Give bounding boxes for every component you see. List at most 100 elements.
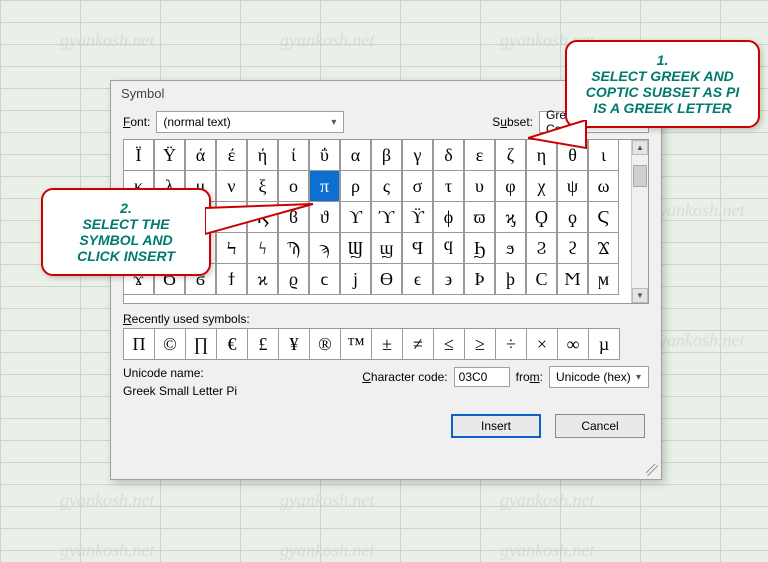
- font-label: Font:: [123, 115, 150, 129]
- unicode-name-label: Unicode name:: [123, 366, 323, 380]
- symbol-cell[interactable]: ζ: [495, 139, 526, 171]
- symbol-cell[interactable]: ϵ: [402, 263, 433, 295]
- symbol-cell[interactable]: ΰ: [309, 139, 340, 171]
- symbol-cell[interactable]: ϴ: [371, 263, 402, 295]
- symbol-cell[interactable]: δ: [433, 139, 464, 171]
- symbol-cell[interactable]: ί: [278, 139, 309, 171]
- symbol-cell[interactable]: ϲ: [309, 263, 340, 295]
- symbol-cell[interactable]: ή: [247, 139, 278, 171]
- symbol-cell[interactable]: Ϋ: [154, 139, 185, 171]
- symbol-cell[interactable]: Ϸ: [464, 263, 495, 295]
- symbol-cell[interactable]: ο: [278, 170, 309, 202]
- annotation-callout-1: 1. SELECT GREEK AND COPTIC SUBSET AS PI …: [565, 40, 760, 128]
- recent-symbol-cell[interactable]: ¥: [278, 328, 310, 360]
- recent-symbol-cell[interactable]: ≤: [433, 328, 465, 360]
- symbol-cell[interactable]: ϣ: [371, 232, 402, 264]
- symbol-cell[interactable]: ϙ: [557, 201, 588, 233]
- recent-symbol-cell[interactable]: ÷: [495, 328, 527, 360]
- symbol-cell[interactable]: Ϻ: [557, 263, 588, 295]
- from-value: Unicode (hex): [556, 370, 631, 384]
- symbol-cell[interactable]: ϔ: [402, 201, 433, 233]
- symbol-cell[interactable]: ϧ: [495, 232, 526, 264]
- symbol-cell[interactable]: ά: [185, 139, 216, 171]
- symbol-cell[interactable]: ϶: [433, 263, 464, 295]
- char-code-input[interactable]: [454, 367, 510, 387]
- callout-1-tail: [528, 120, 588, 160]
- symbol-cell[interactable]: ϗ: [495, 201, 526, 233]
- recent-symbol-cell[interactable]: €: [216, 328, 248, 360]
- chevron-down-icon: ▾: [633, 372, 644, 383]
- symbol-cell[interactable]: γ: [402, 139, 433, 171]
- subset-label: Subset:: [492, 115, 533, 129]
- symbol-cell[interactable]: β: [371, 139, 402, 171]
- from-label: from:: [516, 370, 543, 384]
- symbol-cell[interactable]: ϯ: [216, 263, 247, 295]
- symbol-cell[interactable]: ϱ: [278, 263, 309, 295]
- symbol-cell[interactable]: Ϛ: [588, 201, 619, 233]
- symbol-cell[interactable]: Ϊ: [123, 139, 154, 171]
- symbol-cell[interactable]: ϓ: [371, 201, 402, 233]
- recent-symbol-cell[interactable]: Π: [123, 328, 155, 360]
- grid-scrollbar[interactable]: ▲ ▼: [631, 140, 648, 303]
- symbol-cell[interactable]: τ: [433, 170, 464, 202]
- from-dropdown[interactable]: Unicode (hex) ▾: [549, 366, 649, 388]
- symbol-cell[interactable]: Ϧ: [464, 232, 495, 264]
- symbol-cell[interactable]: ϳ: [340, 263, 371, 295]
- font-value: (normal text): [163, 115, 230, 129]
- symbol-cell[interactable]: α: [340, 139, 371, 171]
- symbol-cell[interactable]: ι: [588, 139, 619, 171]
- cancel-button[interactable]: Cancel: [555, 414, 645, 438]
- symbol-cell[interactable]: ϩ: [557, 232, 588, 264]
- symbol-cell[interactable]: Ϩ: [526, 232, 557, 264]
- symbol-cell[interactable]: Ϙ: [526, 201, 557, 233]
- callout-2-tail: [205, 200, 315, 240]
- recent-symbol-cell[interactable]: ×: [526, 328, 558, 360]
- unicode-name-value: Greek Small Letter Pi: [123, 384, 323, 398]
- symbol-cell[interactable]: ϒ: [340, 201, 371, 233]
- symbol-cell[interactable]: ϖ: [464, 201, 495, 233]
- symbol-cell[interactable]: Ϣ: [340, 232, 371, 264]
- recent-symbol-cell[interactable]: ©: [154, 328, 186, 360]
- insert-button[interactable]: Insert: [451, 414, 541, 438]
- symbol-cell[interactable]: ϕ: [433, 201, 464, 233]
- font-dropdown[interactable]: (normal text) ▾: [156, 111, 344, 133]
- symbol-cell[interactable]: ϸ: [495, 263, 526, 295]
- symbol-cell[interactable]: χ: [526, 170, 557, 202]
- symbol-cell[interactable]: Ϲ: [526, 263, 557, 295]
- symbol-cell[interactable]: ψ: [557, 170, 588, 202]
- recent-symbol-cell[interactable]: ™: [340, 328, 372, 360]
- char-code-label: Character code:: [362, 370, 447, 384]
- recent-label: Recently used symbols:: [111, 304, 661, 328]
- symbol-cell[interactable]: ς: [371, 170, 402, 202]
- scroll-thumb[interactable]: [633, 165, 647, 187]
- recent-symbol-cell[interactable]: µ: [588, 328, 620, 360]
- recent-symbol-cell[interactable]: ∞: [557, 328, 589, 360]
- chevron-down-icon: ▾: [328, 117, 339, 128]
- symbol-cell[interactable]: ρ: [340, 170, 371, 202]
- recent-symbol-cell[interactable]: ±: [371, 328, 403, 360]
- symbol-cell[interactable]: σ: [402, 170, 433, 202]
- symbol-cell[interactable]: έ: [216, 139, 247, 171]
- recent-symbol-cell[interactable]: ®: [309, 328, 341, 360]
- recent-symbol-cell[interactable]: ≠: [402, 328, 434, 360]
- symbol-cell[interactable]: ν: [216, 170, 247, 202]
- symbol-cell[interactable]: ϥ: [433, 232, 464, 264]
- recent-symbol-cell[interactable]: ∏: [185, 328, 217, 360]
- symbol-cell[interactable]: π: [309, 170, 340, 202]
- recent-symbol-cell[interactable]: £: [247, 328, 279, 360]
- symbol-cell[interactable]: Ϥ: [402, 232, 433, 264]
- symbol-cell[interactable]: υ: [464, 170, 495, 202]
- scroll-up-icon[interactable]: ▲: [632, 140, 648, 155]
- annotation-callout-2: 2. SELECT THE SYMBOL AND CLICK INSERT: [41, 188, 211, 276]
- symbol-cell[interactable]: Ϫ: [588, 232, 619, 264]
- symbol-cell[interactable]: φ: [495, 170, 526, 202]
- symbol-cell[interactable]: ϻ: [588, 263, 619, 295]
- symbol-cell[interactable]: ω: [588, 170, 619, 202]
- scroll-down-icon[interactable]: ▼: [632, 288, 648, 303]
- recent-symbols-row: Π©∏€£¥®™±≠≤≥÷×∞µ: [123, 328, 649, 360]
- resize-grip-icon[interactable]: [646, 464, 658, 476]
- symbol-cell[interactable]: ξ: [247, 170, 278, 202]
- symbol-cell[interactable]: ϰ: [247, 263, 278, 295]
- symbol-cell[interactable]: ε: [464, 139, 495, 171]
- recent-symbol-cell[interactable]: ≥: [464, 328, 496, 360]
